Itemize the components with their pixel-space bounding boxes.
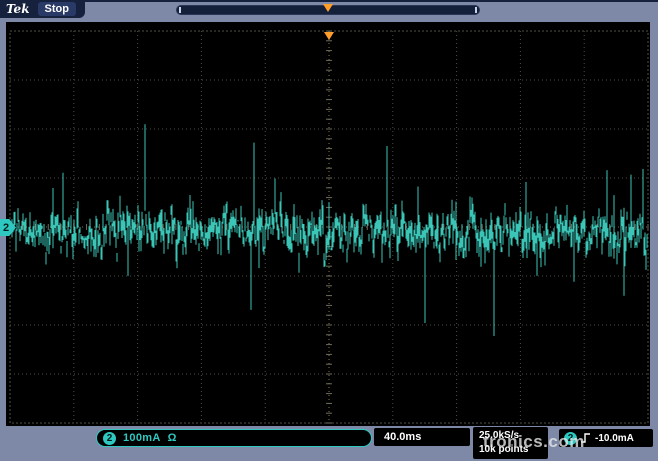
top-status-bar: Tek Stop [0, 0, 85, 18]
waveform-screen [6, 22, 650, 426]
graticule [6, 22, 650, 426]
channel-2-badge: 2 [103, 432, 116, 445]
acquisition-readout: 25.0kS/s 10k points [473, 427, 548, 459]
oscilloscope-display: Tek Stop 2 2 100mA Ω 40.0ms 25.0kS/s 10k… [0, 0, 658, 461]
record-length-value: 10k points [479, 443, 548, 457]
timebase-readout: 40.0ms [374, 428, 470, 446]
trigger-readout: 2 -10.0mA [559, 429, 653, 447]
trigger-slope-icon [581, 432, 591, 444]
channel-2-coupling: Ω [168, 432, 177, 444]
brand-logo: Tek [6, 2, 30, 16]
top-edge-strip [0, 0, 658, 2]
channel-2-readout: 2 100mA Ω [96, 429, 372, 447]
acquisition-status-badge: Stop [38, 2, 76, 16]
trigger-level-value: -10.0mA [595, 433, 634, 444]
sample-rate-value: 25.0kS/s [479, 429, 548, 443]
channel-2-marker-label: 2 [3, 222, 9, 234]
trigger-source-badge: 2 [564, 432, 577, 445]
channel-2-scale-value: 100mA [123, 432, 161, 444]
record-view-bar [176, 5, 480, 15]
trigger-position-marker-icon [323, 4, 333, 12]
record-view-end-tick [475, 7, 477, 13]
record-view-start-tick [179, 7, 181, 13]
